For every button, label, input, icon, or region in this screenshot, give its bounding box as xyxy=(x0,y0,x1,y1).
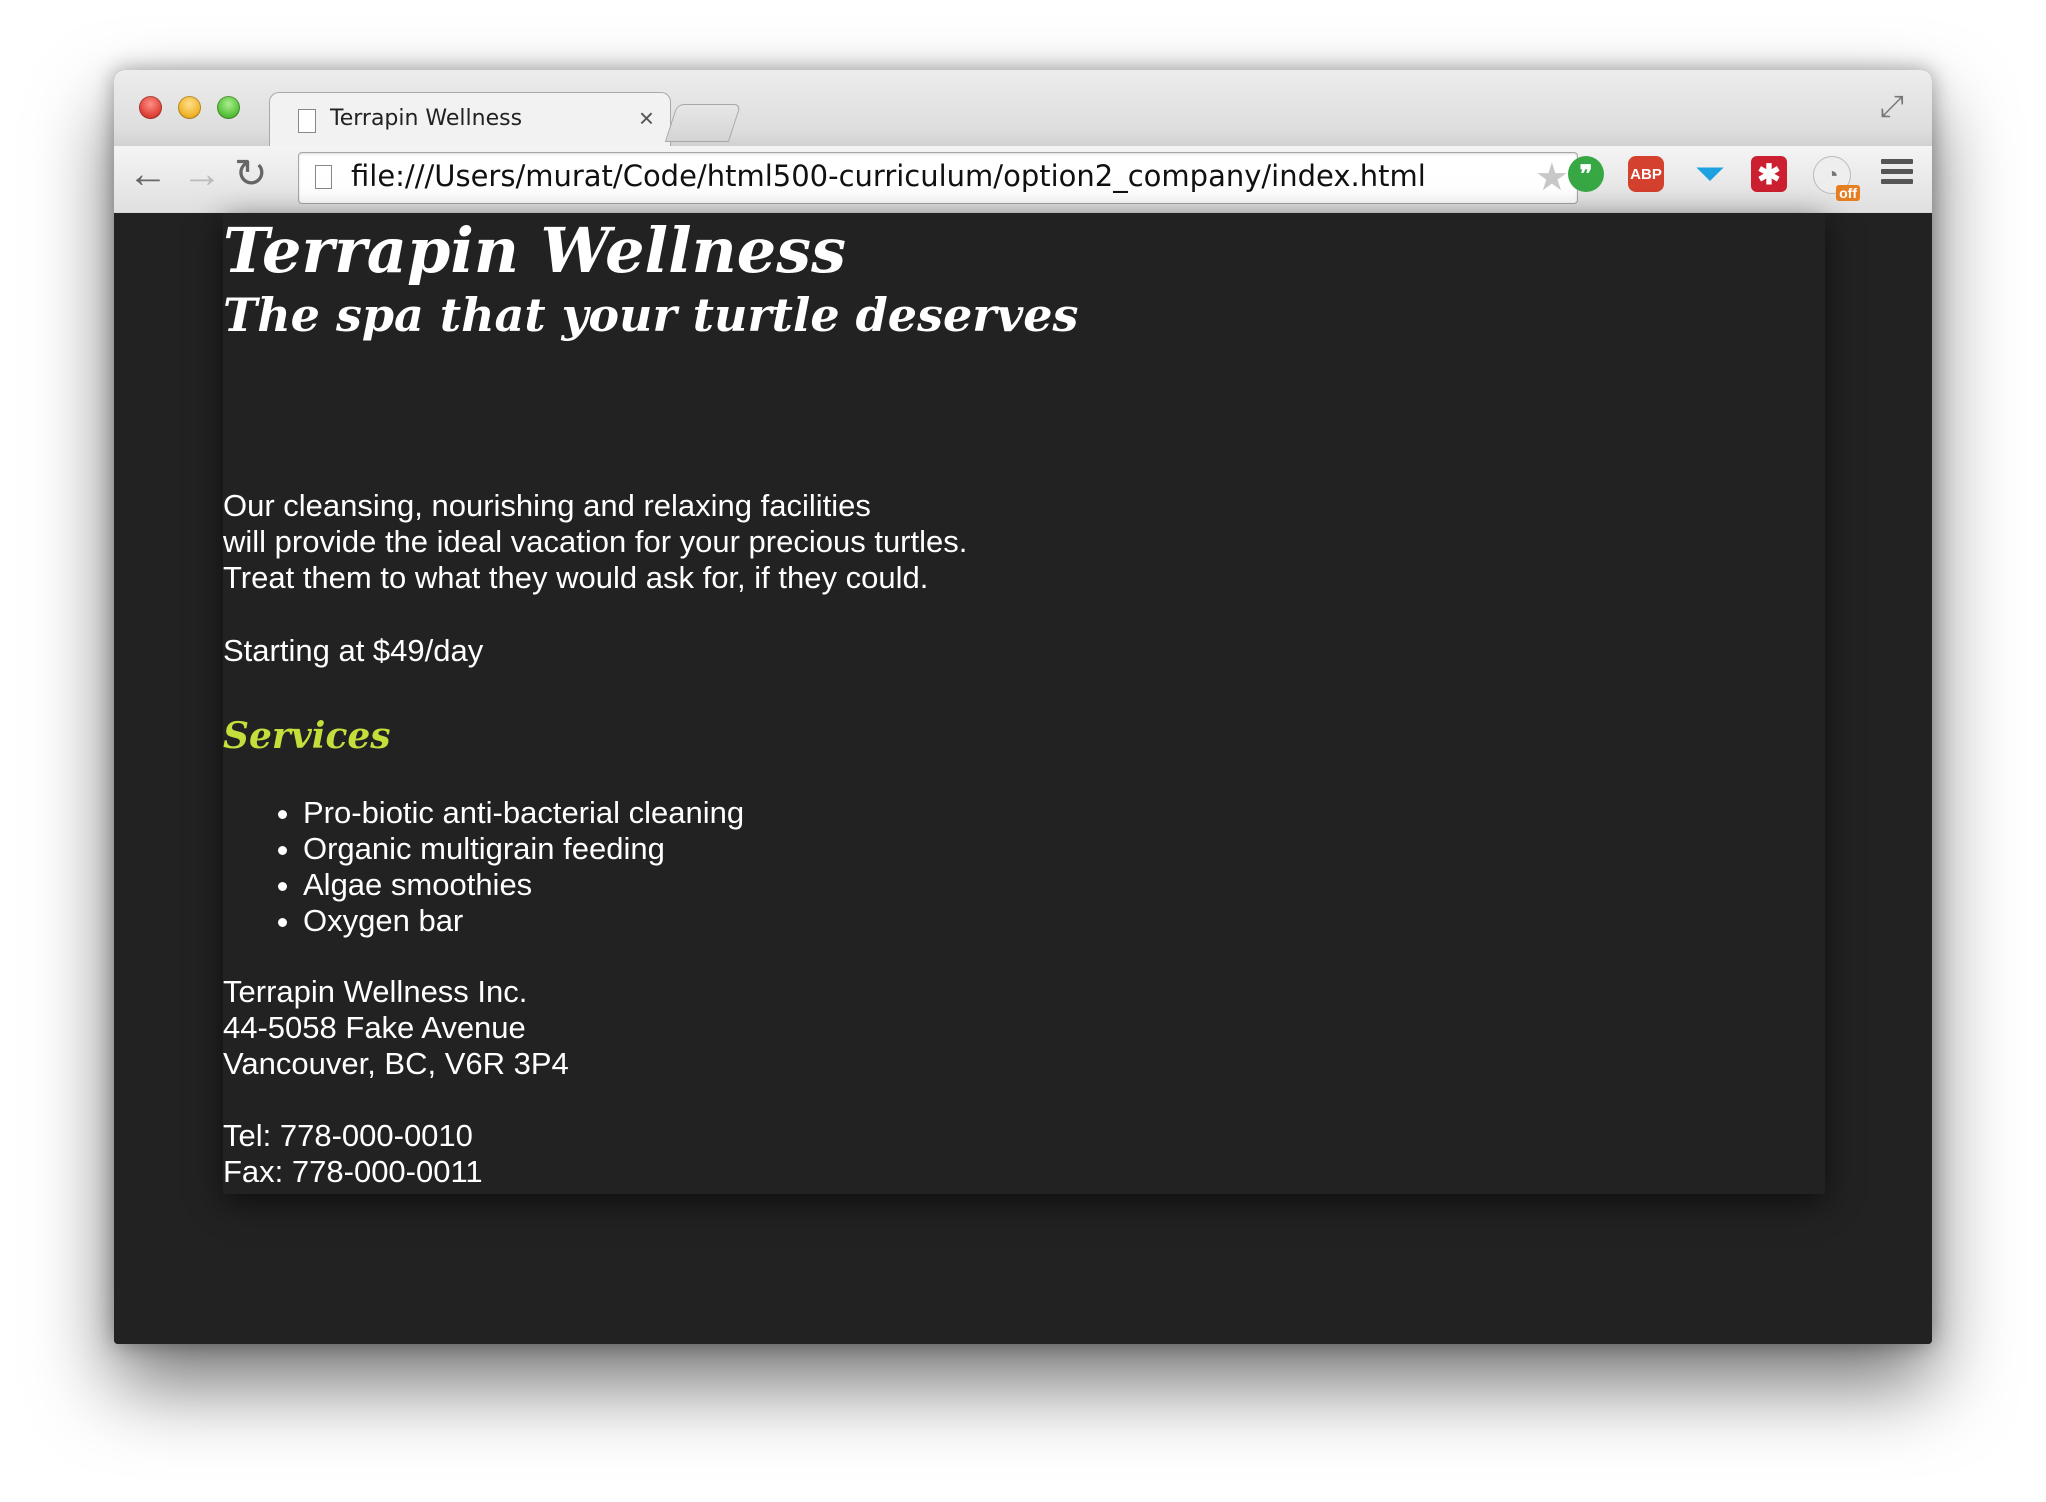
list-item: Oxygen bar xyxy=(303,903,744,939)
ghostery-extension-icon[interactable]: ◔ off xyxy=(1813,156,1860,201)
page-viewport: Terrapin Wellness The spa that your turt… xyxy=(114,213,1932,1344)
window-controls xyxy=(139,96,240,119)
page-tagline: The spa that your turtle deserves xyxy=(223,288,1079,342)
fax-line: Fax: 778-000-0011 xyxy=(223,1154,483,1189)
fullscreen-icon[interactable]: ⤢ xyxy=(1880,90,1904,124)
phone-line: Tel: 778-000-0010 xyxy=(223,1118,473,1153)
close-window-button[interactable] xyxy=(139,96,162,119)
funnel-extension-icon[interactable]: ⏷ xyxy=(1692,155,1728,193)
adblock-extension-icon[interactable]: ABP xyxy=(1628,156,1664,192)
address: Terrapin Wellness Inc. 44-5058 Fake Aven… xyxy=(223,974,569,1082)
description-line: Treat them to what they would ask for, i… xyxy=(223,560,929,595)
description: Our cleansing, nourishing and relaxing f… xyxy=(223,488,967,596)
page-icon xyxy=(315,165,332,189)
price-text: Starting at $49/day xyxy=(223,633,484,668)
ghost-icon: ◔ xyxy=(1825,162,1839,187)
contact-info: Tel: 778-000-0010 Fax: 778-000-0011 xyxy=(223,1118,483,1190)
back-icon[interactable]: ← xyxy=(128,154,168,194)
reload-icon[interactable]: ↻ xyxy=(234,154,268,194)
list-item: Organic multigrain feeding xyxy=(303,831,744,867)
browser-chrome: Terrapin Wellness × ⤢ ← → ↻ ★ ❞ ABP ⏷ ✱ … xyxy=(114,70,1932,214)
address-line: Terrapin Wellness Inc. xyxy=(223,974,528,1009)
menu-icon[interactable] xyxy=(1881,159,1913,189)
address-bar[interactable]: ★ xyxy=(298,152,1578,204)
ghostery-off-badge: off xyxy=(1836,185,1860,201)
url-input[interactable] xyxy=(351,159,1501,193)
zoom-window-button[interactable] xyxy=(217,96,240,119)
address-line: Vancouver, BC, V6R 3P4 xyxy=(223,1046,569,1081)
bookmark-star-icon[interactable]: ★ xyxy=(1535,155,1569,200)
page-icon xyxy=(298,109,316,133)
minimize-window-button[interactable] xyxy=(178,96,201,119)
description-line: will provide the ideal vacation for your… xyxy=(223,524,968,559)
page-container: Terrapin Wellness The spa that your turt… xyxy=(223,213,1825,1194)
page-title: Terrapin Wellness xyxy=(223,214,846,287)
description-line: Our cleansing, nourishing and relaxing f… xyxy=(223,488,871,523)
forward-icon[interactable]: → xyxy=(182,154,222,194)
hangouts-extension-icon[interactable]: ❞ xyxy=(1568,156,1604,192)
browser-window: Terrapin Wellness × ⤢ ← → ↻ ★ ❞ ABP ⏷ ✱ … xyxy=(114,70,1932,1344)
address-line: 44-5058 Fake Avenue xyxy=(223,1010,526,1045)
toolbar: ← → ↻ ★ ❞ ABP ⏷ ✱ ◔ off xyxy=(114,146,1932,212)
list-item: Algae smoothies xyxy=(303,867,744,903)
services-heading: Services xyxy=(223,715,391,757)
lastpass-extension-icon[interactable]: ✱ xyxy=(1751,156,1787,192)
new-tab-button[interactable] xyxy=(664,104,742,142)
tab-close-icon[interactable]: × xyxy=(639,103,654,134)
list-item: Pro-biotic anti-bacterial cleaning xyxy=(303,795,744,831)
tab-title: Terrapin Wellness xyxy=(330,106,523,131)
services-list: Pro-biotic anti-bacterial cleaning Organ… xyxy=(223,795,744,939)
browser-tab[interactable]: Terrapin Wellness × xyxy=(269,92,671,147)
